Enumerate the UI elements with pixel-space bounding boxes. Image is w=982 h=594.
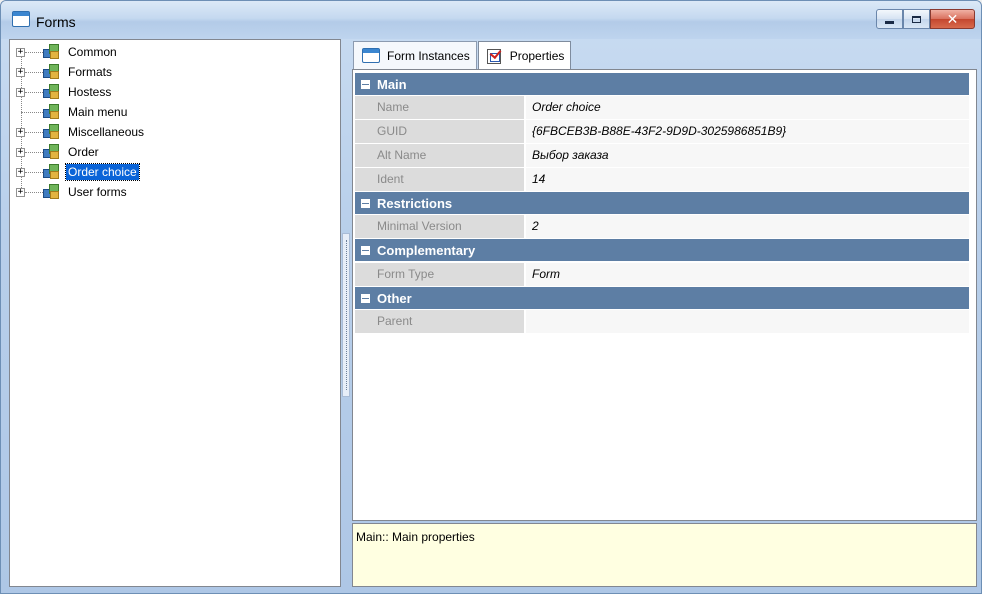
tab-form-instances[interactable]: Form Instances: [353, 41, 477, 69]
tab-label: Form Instances: [387, 48, 470, 63]
title-bar[interactable]: Forms ✕: [1, 1, 981, 39]
form-group-icon: [43, 84, 60, 99]
tree-item-hostess[interactable]: + Hostess: [10, 82, 340, 102]
form-group-icon: [43, 144, 60, 159]
tree-item-label[interactable]: Miscellaneous: [66, 124, 146, 140]
property-name: GUID: [355, 120, 524, 143]
property-name: Alt Name: [355, 144, 524, 167]
minimize-button[interactable]: [876, 9, 903, 29]
form-group-icon: [43, 124, 60, 139]
property-row-alt-name[interactable]: Alt Name Выбор заказа: [355, 144, 969, 168]
property-row-guid[interactable]: GUID {6FBCEB3B-B88E-43F2-9D9D-3025986851…: [355, 120, 969, 144]
window-title: Forms: [36, 14, 76, 30]
tree-connector: [25, 52, 43, 53]
forms-tree[interactable]: + Common + Formats + Hostess Main menu +: [9, 39, 341, 587]
close-button[interactable]: ✕: [930, 9, 975, 29]
property-value[interactable]: 2: [526, 215, 969, 238]
tree-connector: [25, 92, 43, 93]
form-icon: [362, 48, 380, 63]
minimize-icon: [885, 20, 894, 24]
tree-item-order-choice[interactable]: + Order choice: [10, 162, 340, 182]
description-text: Main:: Main properties: [356, 530, 475, 544]
property-grid[interactable]: Main Name Order choice GUID {6FBCEB3B-B8…: [352, 69, 977, 521]
tree-item-miscellaneous[interactable]: + Miscellaneous: [10, 122, 340, 142]
category-main[interactable]: Main: [355, 73, 969, 95]
tree-connector: [25, 192, 43, 193]
property-value[interactable]: [526, 310, 969, 333]
tree-connector: [25, 172, 43, 173]
expand-icon[interactable]: +: [16, 128, 25, 137]
collapse-icon[interactable]: [361, 198, 370, 208]
tree-item-label[interactable]: Order: [66, 144, 101, 160]
form-group-icon: [43, 44, 60, 59]
tree-connector: [25, 152, 43, 153]
category-label: Other: [377, 290, 412, 306]
property-row-parent[interactable]: Parent: [355, 310, 969, 334]
property-row-form-type[interactable]: Form Type Form: [355, 263, 969, 287]
collapse-icon[interactable]: [361, 79, 370, 89]
tree-item-common[interactable]: + Common: [10, 42, 340, 62]
maximize-button[interactable]: [903, 9, 930, 29]
tree-item-label[interactable]: User forms: [66, 184, 129, 200]
collapse-icon[interactable]: [361, 245, 370, 255]
property-name: Ident: [355, 168, 524, 191]
property-name: Parent: [355, 310, 524, 333]
maximize-icon: [912, 15, 921, 23]
tree-item-label[interactable]: Main menu: [66, 104, 129, 120]
category-other[interactable]: Other: [355, 287, 969, 309]
form-group-icon: [43, 104, 60, 119]
property-row-name[interactable]: Name Order choice: [355, 96, 969, 120]
property-row-ident[interactable]: Ident 14: [355, 168, 969, 192]
property-value[interactable]: Выбор заказа: [526, 144, 969, 167]
tree-item-label[interactable]: Formats: [66, 64, 114, 80]
tab-properties[interactable]: Properties: [477, 41, 572, 70]
close-icon: ✕: [946, 10, 959, 27]
tree-item-user-forms[interactable]: + User forms: [10, 182, 340, 202]
property-value[interactable]: Form: [526, 263, 969, 286]
tree-item-order[interactable]: + Order: [10, 142, 340, 162]
form-group-icon: [43, 184, 60, 199]
collapse-icon[interactable]: [361, 293, 370, 303]
property-row-minimal-version[interactable]: Minimal Version 2: [355, 215, 969, 239]
expand-icon[interactable]: +: [16, 68, 25, 77]
category-label: Restrictions: [377, 195, 453, 211]
category-complementary[interactable]: Complementary: [355, 239, 969, 261]
description-panel: Main:: Main properties: [352, 523, 977, 587]
tree-connector: [25, 132, 43, 133]
form-group-icon: [43, 64, 60, 79]
tab-label: Properties: [509, 49, 565, 63]
category-label: Main: [377, 76, 407, 92]
property-value[interactable]: {6FBCEB3B-B88E-43F2-9D9D-3025986851B9}: [526, 120, 969, 143]
window-controls: ✕: [876, 9, 975, 29]
expand-icon[interactable]: +: [16, 48, 25, 57]
forms-window: Forms ✕ + Common + Formats + Hostess Mai…: [0, 0, 982, 594]
tree-item-formats[interactable]: + Formats: [10, 62, 340, 82]
window-form-icon: [12, 11, 30, 27]
tree-connector: [21, 112, 43, 113]
tree-item-label[interactable]: Common: [66, 44, 119, 60]
tree-item-main-menu[interactable]: Main menu: [10, 102, 340, 122]
tree-item-label[interactable]: Hostess: [66, 84, 113, 100]
expand-icon[interactable]: +: [16, 88, 25, 97]
tree-connector: [25, 72, 43, 73]
form-group-icon: [43, 164, 60, 179]
property-name: Form Type: [355, 263, 524, 286]
property-name: Name: [355, 96, 524, 119]
property-name: Minimal Version: [355, 215, 524, 238]
properties-icon: [486, 48, 501, 64]
tab-strip: Form Instances Properties: [353, 41, 572, 70]
category-restrictions[interactable]: Restrictions: [355, 192, 969, 214]
property-value[interactable]: Order choice: [526, 96, 969, 119]
expand-icon[interactable]: +: [16, 168, 25, 177]
tree-item-label-selected[interactable]: Order choice: [65, 163, 140, 181]
category-label: Complementary: [377, 242, 476, 258]
property-value[interactable]: 14: [526, 168, 969, 191]
expand-icon[interactable]: +: [16, 188, 25, 197]
splitter-handle[interactable]: [342, 233, 350, 397]
expand-icon[interactable]: +: [16, 148, 25, 157]
